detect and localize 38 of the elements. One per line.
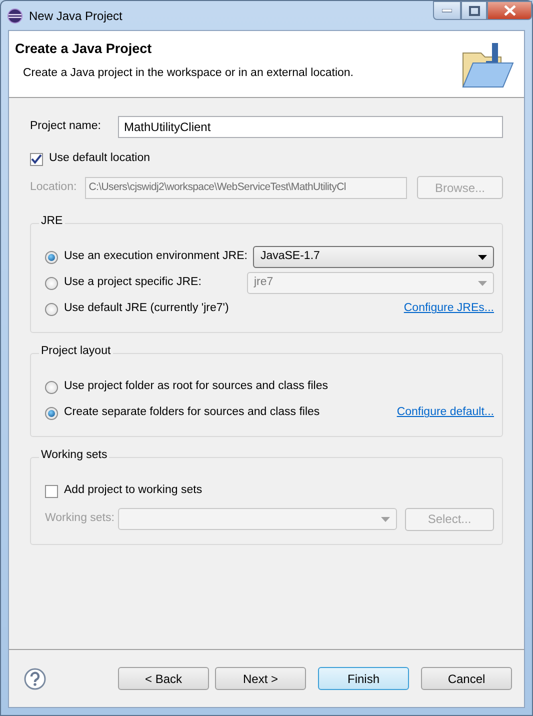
radio-button[interactable] xyxy=(45,406,58,420)
caret-icon xyxy=(478,254,487,260)
project-name-field[interactable]: MathUtilityClient xyxy=(118,116,503,138)
minimize-button[interactable] xyxy=(433,1,461,20)
radio-label: Use an execution environment JRE: xyxy=(64,249,248,264)
radio-button[interactable] xyxy=(45,250,58,264)
window-title: New Java Project xyxy=(29,8,122,24)
configure-link[interactable]: Configure JREs... xyxy=(404,300,494,318)
dialog-button[interactable]: Finish xyxy=(318,667,409,690)
help-icon[interactable] xyxy=(24,668,46,690)
radio-button[interactable] xyxy=(45,302,58,316)
caret-icon xyxy=(381,516,390,522)
minimize-icon xyxy=(442,8,452,12)
radio-label: Use default JRE (currently 'jre7') xyxy=(64,301,229,316)
caret-icon xyxy=(478,280,487,286)
close-button[interactable] xyxy=(487,1,532,20)
jre-dropdown[interactable]: JavaSE-1.7 xyxy=(253,246,494,268)
dialog-button[interactable]: Next > xyxy=(215,667,306,690)
radio-button[interactable] xyxy=(45,380,58,394)
checkbox[interactable] xyxy=(30,152,43,166)
checkbox[interactable] xyxy=(45,484,58,498)
wizard-description: Create a Java project in the workspace or in an external location. xyxy=(23,66,354,82)
maximize-button[interactable] xyxy=(461,1,487,20)
project-name-label: Project name: xyxy=(30,119,102,134)
radio-label: Use a project specific JRE: xyxy=(64,275,202,290)
dialog-button[interactable]: < Back xyxy=(118,667,209,690)
radio-button[interactable] xyxy=(45,276,58,290)
maximize-icon xyxy=(468,6,480,16)
dialog-button[interactable]: Cancel xyxy=(421,667,512,690)
wizard-title: Create a Java Project xyxy=(15,40,153,58)
radio-label: Use project folder as root for sources and class files xyxy=(64,379,328,394)
radio-label: Create separate folders for sources and class files xyxy=(64,405,320,420)
location-label: Location: xyxy=(30,180,77,195)
working-sets-label: Working sets: xyxy=(45,511,114,526)
close-icon xyxy=(504,5,516,16)
checkbox-label: Use default location xyxy=(49,151,150,166)
configure-link[interactable]: Configure default... xyxy=(396,404,494,422)
checkbox-label: Add project to working sets xyxy=(64,483,202,498)
